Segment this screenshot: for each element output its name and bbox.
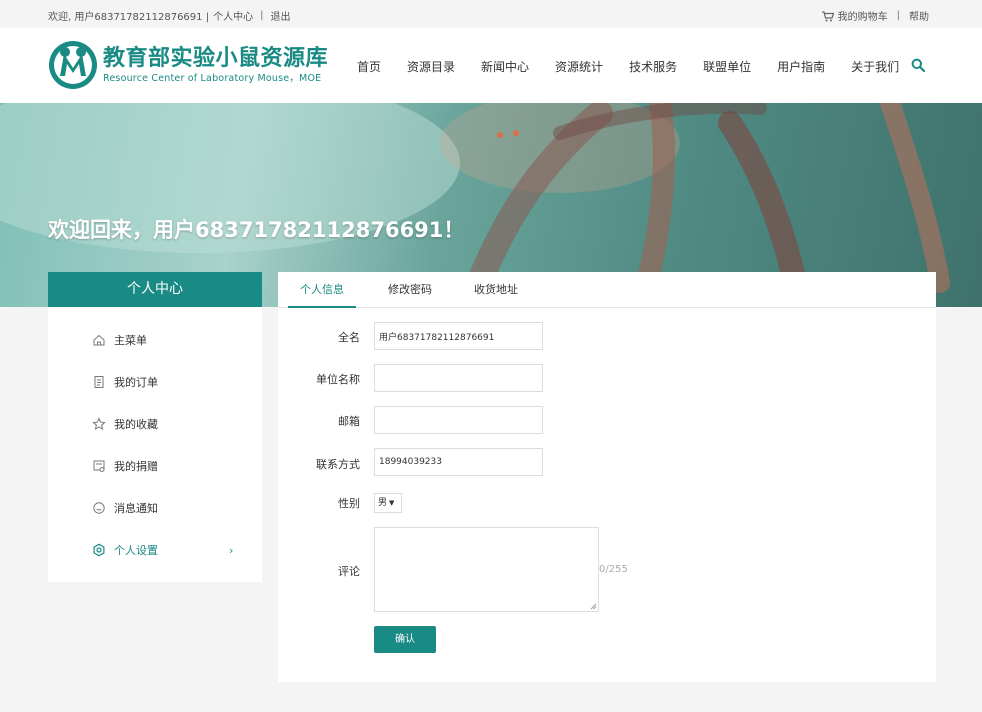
resize-grip-icon[interactable] bbox=[590, 603, 597, 610]
profile-panel: 个人信息 修改密码 收货地址 全名 单位名称 邮箱 联系方式 性别 男▼ 评论 … bbox=[278, 272, 936, 682]
sidebar-item-label: 个人设置 bbox=[114, 544, 158, 557]
topbar-separator-2: | bbox=[896, 10, 900, 21]
fullname-field[interactable] bbox=[374, 322, 543, 350]
nav-about[interactable]: 关于我们 bbox=[851, 58, 899, 75]
personal-center-link[interactable]: 个人中心 bbox=[213, 8, 253, 23]
nav-resource-catalog[interactable]: 资源目录 bbox=[407, 58, 455, 75]
mouse-logo-icon bbox=[49, 41, 97, 89]
comment-textarea[interactable] bbox=[374, 527, 599, 612]
help-link[interactable]: 帮助 bbox=[909, 8, 929, 23]
order-icon bbox=[94, 376, 104, 388]
message-icon bbox=[93, 502, 105, 514]
nav-user-guide[interactable]: 用户指南 bbox=[777, 58, 825, 75]
email-label: 邮箱 bbox=[338, 415, 360, 428]
nav-home[interactable]: 首页 bbox=[357, 58, 381, 75]
sidebar-item-favorites[interactable]: 我的收藏 bbox=[48, 409, 262, 439]
sidebar-item-label: 我的收藏 bbox=[114, 418, 158, 431]
organization-label: 单位名称 bbox=[316, 373, 360, 386]
logo-title-cn: 教育部实验小鼠资源库 bbox=[103, 46, 329, 71]
banner-welcome-text: 欢迎回来，用户68371782112876691！ bbox=[48, 218, 465, 242]
confirm-button[interactable]: 确认 bbox=[374, 626, 436, 653]
chevron-right-icon: › bbox=[229, 543, 234, 557]
tab-shipping-address[interactable]: 收货地址 bbox=[464, 272, 528, 308]
nav-news[interactable]: 新闻中心 bbox=[481, 58, 529, 75]
sidebar-item-orders[interactable]: 我的订单 bbox=[48, 367, 262, 397]
comment-char-counter: 0/255 bbox=[599, 564, 628, 575]
sidebar-item-label: 我的捐赠 bbox=[114, 460, 158, 473]
nav-alliance[interactable]: 联盟单位 bbox=[703, 58, 751, 75]
logo-title-en: Resource Center of Laboratory Mouse，MOE bbox=[103, 73, 322, 84]
phone-field[interactable] bbox=[374, 448, 543, 476]
nav-tech-service[interactable]: 技术服务 bbox=[629, 58, 677, 75]
comment-label: 评论 bbox=[338, 565, 360, 578]
gender-label: 性别 bbox=[338, 497, 360, 510]
welcome-text: 欢迎, 用户68371782112876691 | bbox=[48, 12, 210, 23]
sidebar-item-label: 主菜单 bbox=[114, 334, 147, 347]
search-icon[interactable] bbox=[911, 58, 925, 72]
star-icon bbox=[92, 417, 106, 431]
sidebar-item-settings[interactable]: 个人设置 › bbox=[48, 535, 262, 565]
cart-label: 我的购物车 bbox=[837, 12, 888, 23]
fullname-label: 全名 bbox=[338, 331, 360, 344]
tab-personal-info[interactable]: 个人信息 bbox=[288, 272, 356, 308]
sidebar-item-label: 消息通知 bbox=[114, 502, 158, 515]
gender-select[interactable]: 男 ▼ bbox=[374, 493, 402, 513]
sidebar: 个人中心 主菜单 我的订单 我的收藏 我的捐赠 消息通知 个人设置 › bbox=[48, 272, 262, 582]
tab-change-password[interactable]: 修改密码 bbox=[378, 272, 442, 308]
organization-field[interactable] bbox=[374, 364, 543, 392]
topbar-separator: | bbox=[260, 10, 264, 21]
cart-icon bbox=[822, 11, 837, 23]
cart-link[interactable]: 我的购物车 bbox=[822, 8, 888, 23]
sidebar-item-main-menu[interactable]: 主菜单 bbox=[48, 325, 262, 355]
email-field[interactable] bbox=[374, 406, 543, 434]
donation-icon bbox=[93, 460, 105, 472]
home-icon bbox=[93, 334, 105, 346]
main-nav: 首页 资源目录 新闻中心 资源统计 技术服务 联盟单位 用户指南 关于我们 bbox=[357, 58, 925, 75]
sidebar-title: 个人中心 bbox=[48, 272, 262, 307]
sidebar-item-messages[interactable]: 消息通知 bbox=[48, 493, 262, 523]
settings-icon bbox=[93, 543, 105, 557]
sidebar-item-donations[interactable]: 我的捐赠 bbox=[48, 451, 262, 481]
site-header: 教育部实验小鼠资源库 Resource Center of Laboratory… bbox=[0, 28, 982, 103]
profile-tabs: 个人信息 修改密码 收货地址 bbox=[278, 272, 936, 308]
logout-link[interactable]: 退出 bbox=[270, 8, 290, 23]
top-bar: 欢迎, 用户68371782112876691 | 个人中心 | 退出 我的购物… bbox=[0, 0, 982, 28]
gender-value: 男 bbox=[378, 498, 388, 508]
phone-label: 联系方式 bbox=[316, 458, 360, 471]
nav-statistics[interactable]: 资源统计 bbox=[555, 58, 603, 75]
site-logo[interactable]: 教育部实验小鼠资源库 Resource Center of Laboratory… bbox=[48, 40, 328, 90]
caret-down-icon: ▼ bbox=[389, 499, 395, 507]
sidebar-item-label: 我的订单 bbox=[114, 376, 158, 389]
